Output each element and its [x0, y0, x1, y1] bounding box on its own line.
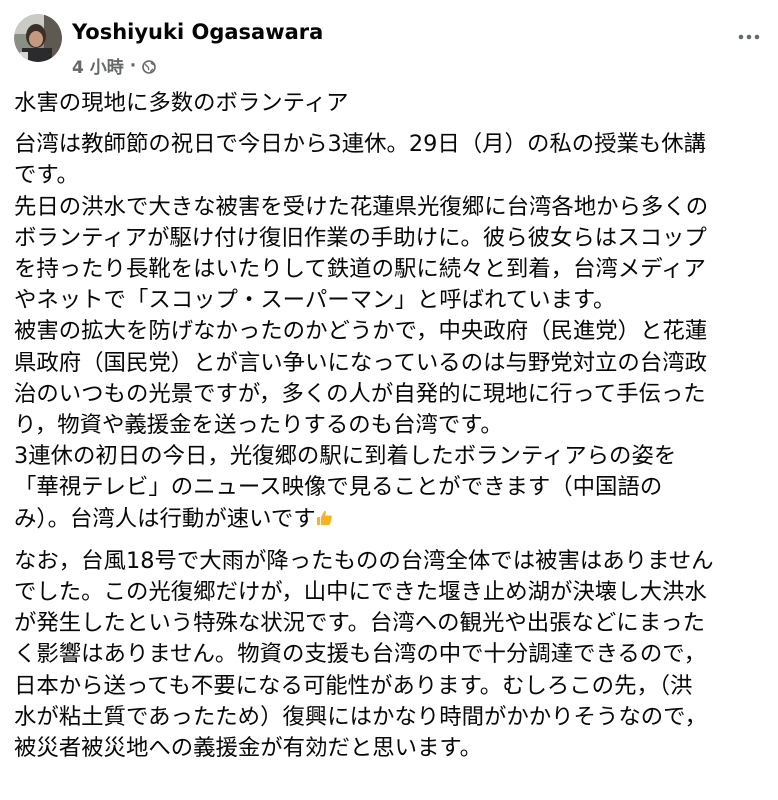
- text-line: 県政府（国民党）とが言い争いになっているのは与野党対立の台湾政: [14, 349, 707, 376]
- post-timestamp[interactable]: 4 小時: [72, 53, 124, 78]
- post-meta: 4 小時 ·: [72, 53, 157, 78]
- paragraph-2: なお，台風18号で大雨が降ったものの台湾全体では被害はありません でした。この光…: [14, 546, 772, 764]
- paragraph-1: 台湾は教師節の祝日で今日から3連休。29日（月）の私の授業も休講 です。 先日の…: [14, 129, 772, 536]
- text-line: 日本から送っても不要になる可能性があります。むしろこの先，（洪: [14, 672, 693, 699]
- post-title-line: 水害の現地に多数のボランティア: [14, 90, 349, 116]
- avatar-photo: [14, 14, 62, 62]
- text-line: 治のいつもの光景ですが，多くの人が自発的に現地に行って手伝った: [14, 380, 706, 407]
- text-line: み）。台湾人は行動が速いです: [14, 505, 316, 532]
- thumbs-up-emoji-icon: [316, 505, 333, 536]
- post-body: 水害の現地に多数のボランティア 台湾は教師節の祝日で今日から3連休。29日（月）…: [14, 88, 772, 764]
- more-options-icon[interactable]: [734, 26, 764, 48]
- text-line: なお，台風18号で大雨が降ったものの台湾全体では被害はありません: [14, 547, 714, 574]
- text-line: を持ったり長靴をはいたりして鉄道の駅に続々と到着，台湾メディア: [14, 256, 706, 283]
- text-line: 被害の拡大を防げなかったのかどうかで，中央政府（民進党）と花蓮: [14, 318, 708, 345]
- text-line: り，物資や義援金を送ったりするのも台湾です。: [14, 412, 503, 439]
- text-line-with-emoji: み）。台湾人は行動が速いです: [14, 504, 772, 536]
- meta-separator: ·: [129, 55, 137, 76]
- author-name[interactable]: Yoshiyuki Ogasawara: [72, 20, 323, 44]
- globe-icon[interactable]: [142, 59, 157, 74]
- text-line: 3連休の初日の今日，光復郷の駅に到着したボランティアらの姿を: [14, 443, 677, 470]
- text-line: でした。この光復郷だけが，山中にできた堰き止め湖が決壊し大洪水: [14, 579, 707, 606]
- text-line: く影響はありません。物資の支援も台湾の中で十分調達できるので，: [14, 641, 707, 668]
- text-line: 先日の洪水で大きな被害を受けた花蓮県光復郷に台湾各地から多くの: [14, 193, 709, 220]
- text-line: です。: [14, 162, 79, 189]
- text-line: 台湾は教師節の祝日で今日から3連休。29日（月）の私の授業も休講: [14, 131, 707, 158]
- text-line: 被災者被災地への義援金が有効だと思います。: [14, 735, 482, 762]
- text-line: やネットで「スコップ・スーパーマン」と呼ばれています。: [14, 287, 616, 314]
- author-avatar[interactable]: [14, 14, 62, 62]
- text-line: ボランティアが駆け付け復旧作業の手助けに。彼ら彼女らはスコップ: [14, 224, 707, 251]
- text-line: が発生したという特殊な状況です。台湾への観光や出張などにまった: [14, 610, 705, 637]
- post-header: Yoshiyuki Ogasawara 4 小時 ·: [0, 0, 778, 90]
- text-line: 「華視テレビ」のニュース映像で見ることができます（中国語の: [14, 474, 663, 501]
- facebook-post: Yoshiyuki Ogasawara 4 小時 · 水害の現地に多数のボランテ…: [0, 0, 778, 800]
- text-line: 水が粘土質であったため）復興にはかなり時間がかかりそうなので，: [14, 703, 707, 730]
